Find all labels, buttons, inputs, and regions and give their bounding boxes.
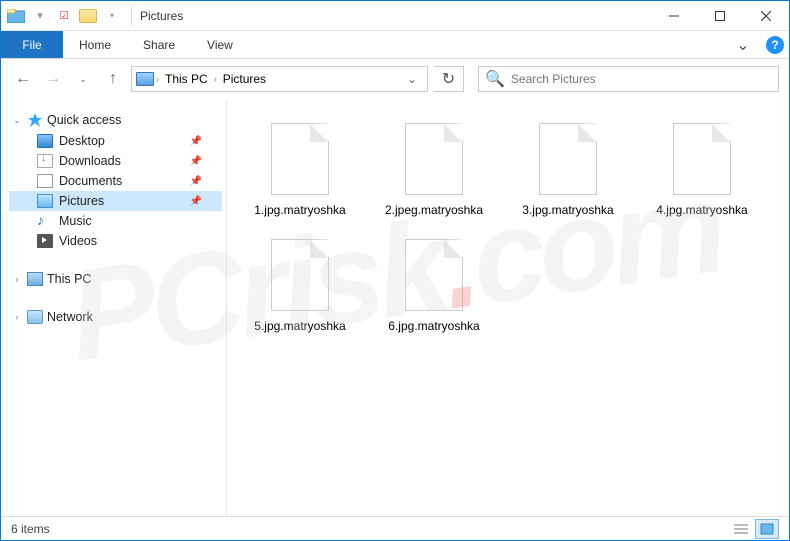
item-count: 6 items [11, 522, 50, 536]
pin-icon: 📌 [190, 156, 202, 167]
file-item[interactable]: 2.jpeg.matryoshka [371, 117, 497, 225]
address-dropdown-icon[interactable]: ⌄ [401, 72, 423, 86]
breadcrumb-thispc[interactable]: This PC [161, 72, 212, 86]
navigation-pane: ⌄ Quick access Desktop📌Downloads📌Documen… [1, 99, 227, 515]
chevron-right-icon[interactable]: › [156, 74, 159, 84]
file-icon [405, 239, 463, 311]
desktop-icon [37, 134, 53, 148]
minimize-button[interactable] [651, 1, 697, 31]
file-tab[interactable]: File [1, 31, 63, 58]
maximize-button[interactable] [697, 1, 743, 31]
forward-button[interactable]: → [41, 67, 65, 91]
file-icon [271, 123, 329, 195]
file-name: 6.jpg.matryoshka [388, 319, 479, 335]
nav-label: This PC [47, 272, 91, 286]
file-name: 4.jpg.matryoshka [656, 203, 747, 219]
nav-this-pc[interactable]: › This PC [9, 269, 222, 289]
back-button[interactable]: ← [11, 67, 35, 91]
sidebar-item-desktop[interactable]: Desktop 📌 [9, 131, 222, 151]
qat-dropdown-icon[interactable]: ▾ [101, 5, 123, 27]
pin-icon: 📌 [190, 136, 202, 147]
file-list[interactable]: 1.jpg.matryoshka 2.jpeg.matryoshka 3.jpg.m… [227, 99, 789, 515]
close-button[interactable] [743, 1, 789, 31]
pictures-icon [37, 194, 53, 208]
ribbon-collapse-button[interactable]: ⌄ [725, 31, 761, 58]
file-name: 2.jpeg.matryoshka [385, 203, 483, 219]
sidebar-item-pictures[interactable]: Pictures 📌 [9, 191, 222, 211]
sidebar-item-documents[interactable]: Documents 📌 [9, 171, 222, 191]
tab-home[interactable]: Home [63, 31, 127, 58]
pin-icon: 📌 [190, 196, 202, 207]
status-bar: 6 items [1, 516, 789, 540]
tab-share[interactable]: Share [127, 31, 191, 58]
titlebar: ▾ ☑ ▾ Pictures [1, 1, 789, 31]
search-input[interactable] [511, 72, 772, 86]
network-icon [27, 310, 43, 324]
sidebar-item-label: Desktop [59, 134, 105, 148]
pin-icon: 📌 [190, 176, 202, 187]
file-name: 1.jpg.matryoshka [254, 203, 345, 219]
help-button[interactable]: ? [761, 31, 789, 58]
expand-icon[interactable]: › [11, 312, 23, 322]
search-icon: 🔍 [485, 69, 505, 89]
expand-icon[interactable]: › [11, 274, 23, 284]
sidebar-item-label: Documents [59, 174, 122, 188]
file-item[interactable]: 6.jpg.matryoshka [371, 233, 497, 341]
title-separator [131, 7, 132, 25]
file-icon [405, 123, 463, 195]
sidebar-item-downloads[interactable]: Downloads 📌 [9, 151, 222, 171]
navbar: ← → ⌄ ↑ › This PC › Pictures ⌄ ↻ 🔍 [1, 59, 789, 99]
qat-properties-icon[interactable]: ☑ [53, 5, 75, 27]
ribbon: File Home Share View ⌄ ? [1, 31, 789, 59]
file-item[interactable]: 5.jpg.matryoshka [237, 233, 363, 341]
file-name: 3.jpg.matryoshka [522, 203, 613, 219]
qat-newfolder-icon[interactable] [77, 5, 99, 27]
file-item[interactable]: 4.jpg.matryoshka [639, 117, 765, 225]
sidebar-item-label: Downloads [59, 154, 121, 168]
nav-network[interactable]: › Network [9, 307, 222, 327]
breadcrumb-pictures[interactable]: Pictures [219, 72, 270, 86]
recent-dropdown[interactable]: ⌄ [71, 67, 95, 91]
nav-label: Quick access [47, 113, 121, 127]
nav-quick-access[interactable]: ⌄ Quick access [9, 109, 222, 131]
file-item[interactable]: 1.jpg.matryoshka [237, 117, 363, 225]
file-icon [271, 239, 329, 311]
sidebar-item-label: Music [59, 214, 92, 228]
file-item[interactable]: 3.jpg.matryoshka [505, 117, 631, 225]
expand-icon[interactable]: ⌄ [11, 115, 23, 126]
chevron-right-icon[interactable]: › [214, 74, 217, 84]
music-icon: ♪ [37, 214, 53, 228]
star-icon [27, 112, 43, 128]
qat-divider: ▾ [29, 5, 51, 27]
downloads-icon [37, 154, 53, 168]
details-view-button[interactable] [729, 519, 753, 539]
sidebar-item-music[interactable]: ♪ Music [9, 211, 222, 231]
documents-icon [37, 174, 53, 188]
icons-view-button[interactable] [755, 519, 779, 539]
sidebar-item-videos[interactable]: Videos [9, 231, 222, 251]
explorer-app-icon [5, 5, 27, 27]
window-title: Pictures [140, 9, 183, 23]
sidebar-item-label: Pictures [59, 194, 104, 208]
up-button[interactable]: ↑ [101, 67, 125, 91]
videos-icon [37, 234, 53, 248]
file-name: 5.jpg.matryoshka [254, 319, 345, 335]
search-box[interactable]: 🔍 [478, 66, 779, 92]
sidebar-item-label: Videos [59, 234, 97, 248]
tab-view[interactable]: View [191, 31, 249, 58]
file-icon [673, 123, 731, 195]
file-icon [539, 123, 597, 195]
location-icon [136, 72, 154, 86]
refresh-button[interactable]: ↻ [434, 66, 464, 92]
address-bar[interactable]: › This PC › Pictures ⌄ [131, 66, 428, 92]
nav-label: Network [47, 310, 93, 324]
pc-icon [27, 272, 43, 286]
